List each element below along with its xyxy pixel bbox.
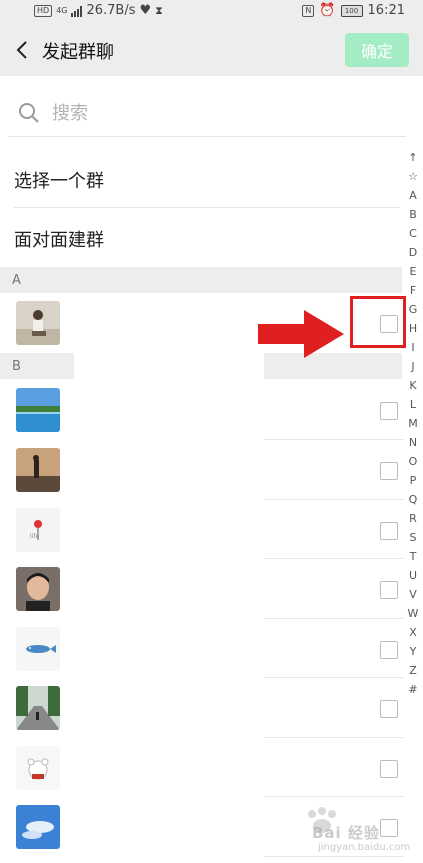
divider: [264, 856, 404, 857]
back-button[interactable]: [8, 34, 36, 66]
index-letter[interactable]: ↑: [408, 148, 417, 167]
index-letter[interactable]: J: [411, 357, 414, 376]
section-letter: A: [12, 273, 21, 288]
select-checkbox[interactable]: [380, 641, 398, 659]
highlight-box: [350, 296, 406, 348]
index-letter[interactable]: W: [408, 604, 419, 623]
avatar: life: [16, 508, 60, 552]
watermark-sub: jingyan.baidu.com: [318, 842, 411, 853]
search-icon: [19, 103, 39, 123]
battery-icon: 100: [340, 4, 363, 17]
network-type: 4G: [56, 6, 68, 15]
index-letter[interactable]: S: [410, 528, 417, 547]
index-letter[interactable]: O: [409, 452, 418, 471]
index-letter[interactable]: I: [411, 338, 414, 357]
index-letter[interactable]: C: [409, 224, 417, 243]
alphabet-index[interactable]: ↑ ☆ A B C D E F G H I J K L M N O P Q R S T U V W X Y Z #: [402, 148, 423, 699]
index-letter[interactable]: D: [409, 243, 417, 262]
index-letter[interactable]: P: [410, 471, 417, 490]
index-letter[interactable]: V: [409, 585, 417, 604]
index-letter[interactable]: T: [410, 547, 417, 566]
index-letter[interactable]: N: [409, 433, 417, 452]
title-bar: 发起群聊 确定: [0, 24, 423, 76]
section-header-a: A: [0, 267, 402, 293]
alarm-icon: ⏰: [319, 3, 336, 18]
divider: [14, 207, 400, 208]
contact-row[interactable]: [0, 380, 404, 438]
select-checkbox[interactable]: [380, 462, 398, 480]
face-to-face-label: 面对面建群: [14, 230, 104, 251]
confirm-button[interactable]: 确定: [345, 33, 409, 67]
watermark-text: Bai 经验: [312, 824, 380, 842]
index-letter[interactable]: L: [410, 395, 416, 414]
select-checkbox[interactable]: [380, 581, 398, 599]
page-title: 发起群聊: [42, 42, 114, 63]
index-letter[interactable]: U: [409, 566, 417, 585]
contact-row[interactable]: [0, 738, 404, 796]
avatar: [16, 301, 60, 345]
index-letter[interactable]: A: [409, 186, 417, 205]
select-checkbox[interactable]: [380, 760, 398, 778]
search-bar: [8, 88, 406, 137]
contact-row[interactable]: [0, 619, 404, 677]
index-letter[interactable]: H: [409, 319, 417, 338]
contact-row[interactable]: life: [0, 500, 404, 558]
face-to-face-item[interactable]: 面对面建群: [0, 209, 400, 267]
select-checkbox[interactable]: [380, 700, 398, 718]
index-letter[interactable]: M: [408, 414, 418, 433]
heart-icon: ♥: [139, 3, 152, 18]
avatar: [16, 746, 60, 790]
contact-row[interactable]: [0, 559, 404, 617]
index-letter[interactable]: #: [408, 680, 417, 699]
avatar: [16, 805, 60, 849]
avatar: [16, 388, 60, 432]
avatar: [16, 627, 60, 671]
index-letter[interactable]: Y: [410, 642, 417, 661]
index-letter[interactable]: G: [409, 300, 418, 319]
contact-row[interactable]: [0, 440, 404, 498]
avatar: [16, 567, 60, 611]
network-speed: 26.7B/s: [86, 3, 136, 18]
index-letter[interactable]: B: [409, 205, 417, 224]
index-letter[interactable]: R: [409, 509, 417, 528]
select-checkbox[interactable]: [380, 522, 398, 540]
svg-text:life: life: [30, 533, 39, 540]
index-letter[interactable]: X: [409, 623, 417, 642]
chevron-left-icon: [16, 41, 27, 59]
search-input[interactable]: [50, 98, 354, 128]
select-checkbox[interactable]: [380, 819, 398, 837]
status-bar: HD 4G 26.7B/s ♥ ⧗ N ⏰ 100 16:21: [0, 0, 423, 24]
index-letter[interactable]: ☆: [408, 167, 418, 186]
index-letter[interactable]: E: [410, 262, 417, 281]
hourglass-icon: ⧗: [155, 3, 163, 17]
red-arrow-icon: [258, 310, 344, 358]
index-letter[interactable]: Z: [409, 661, 417, 680]
avatar: [16, 448, 60, 492]
index-letter[interactable]: F: [410, 281, 416, 300]
select-checkbox[interactable]: [380, 402, 398, 420]
section-letter: B: [12, 359, 21, 374]
index-letter[interactable]: Q: [409, 490, 418, 509]
hd-indicator: HD: [34, 4, 53, 17]
index-letter[interactable]: K: [409, 376, 416, 395]
signal-icon: [71, 5, 83, 17]
section-header-b: B: [0, 353, 74, 379]
contact-row[interactable]: [0, 678, 404, 736]
nfc-icon: N: [302, 4, 315, 17]
select-group-item[interactable]: 选择一个群: [0, 150, 400, 208]
avatar: [16, 686, 60, 730]
clock-time: 16:21: [367, 3, 405, 18]
select-group-label: 选择一个群: [14, 171, 104, 192]
